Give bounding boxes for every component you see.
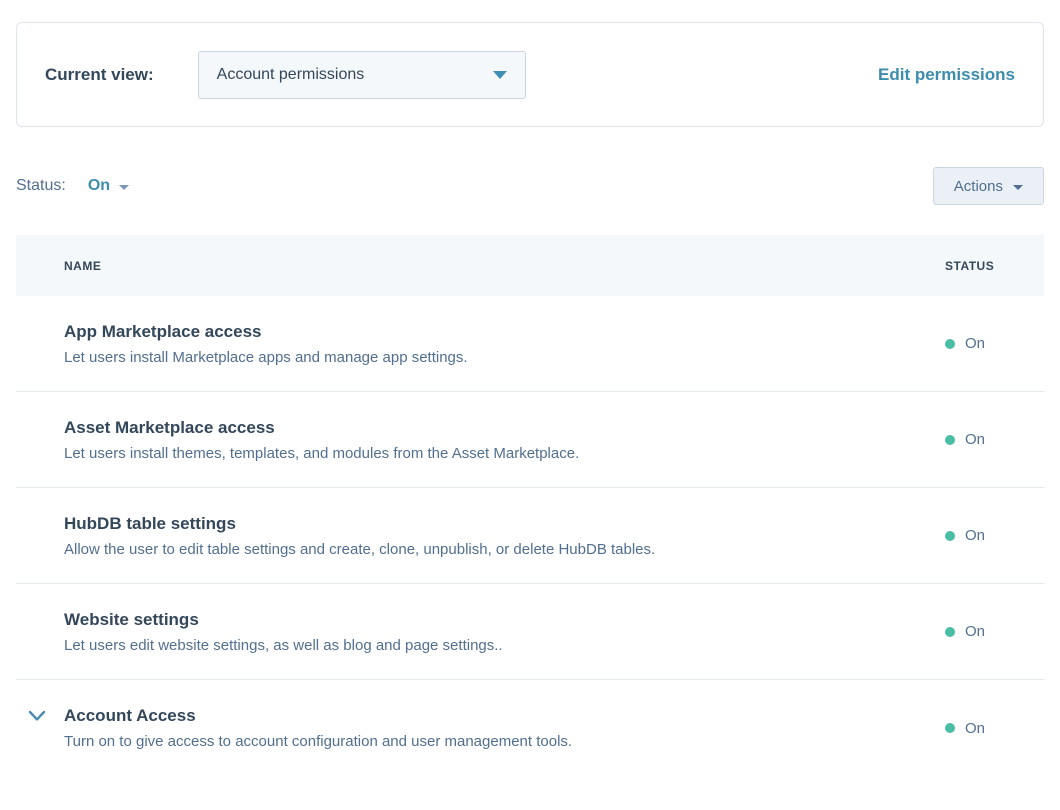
permission-name-cell: Account Access Turn on to give access to… xyxy=(64,706,945,750)
permissions-table: NAME STATUS App Marketplace access Let u… xyxy=(16,235,1044,776)
status-dot-icon xyxy=(945,531,955,541)
actions-button[interactable]: Actions xyxy=(933,167,1044,205)
expand-row-button[interactable] xyxy=(26,708,48,724)
permission-description: Let users edit website settings, as well… xyxy=(64,637,921,654)
permission-name: App Marketplace access xyxy=(64,322,921,342)
status-text: On xyxy=(965,335,985,352)
status-filter[interactable]: On xyxy=(88,177,129,195)
permission-name-cell: Asset Marketplace access Let users insta… xyxy=(64,418,945,462)
permission-name: Account Access xyxy=(64,706,921,726)
status-dot-icon xyxy=(945,435,955,445)
permission-name-cell: HubDB table settings Allow the user to e… xyxy=(64,514,945,558)
table-row: Account Access Turn on to give access to… xyxy=(16,680,1044,776)
permission-name: Asset Marketplace access xyxy=(64,418,921,438)
current-view-panel: Current view: Account permissions Edit p… xyxy=(16,22,1044,127)
view-selector-value: Account permissions xyxy=(217,66,365,84)
table-row: App Marketplace access Let users install… xyxy=(16,296,1044,392)
table-row: Asset Marketplace access Let users insta… xyxy=(16,392,1044,488)
actions-button-label: Actions xyxy=(954,178,1003,195)
status-cell: On xyxy=(945,720,1044,737)
status-text: On xyxy=(965,623,985,640)
dropdown-caret-icon xyxy=(1013,185,1023,190)
status-filter-label: Status: xyxy=(16,177,66,195)
permission-description: Let users install Marketplace apps and m… xyxy=(64,349,921,366)
status-dot-icon xyxy=(945,339,955,349)
status-cell: On xyxy=(945,431,1044,448)
chevron-down-icon xyxy=(28,710,46,722)
table-row: HubDB table settings Allow the user to e… xyxy=(16,488,1044,584)
status-cell: On xyxy=(945,623,1044,640)
status-text: On xyxy=(965,720,985,737)
status-text: On xyxy=(965,431,985,448)
dropdown-caret-icon xyxy=(119,185,129,190)
status-text: On xyxy=(965,527,985,544)
status-cell: On xyxy=(945,335,1044,352)
current-view-label: Current view: xyxy=(45,65,154,85)
permission-description: Turn on to give access to account config… xyxy=(64,733,921,750)
table-row: Website settings Let users edit website … xyxy=(16,584,1044,680)
permission-name: HubDB table settings xyxy=(64,514,921,534)
permission-name: Website settings xyxy=(64,610,921,630)
view-selector[interactable]: Account permissions xyxy=(198,51,526,99)
permission-name-cell: Website settings Let users edit website … xyxy=(64,610,945,654)
status-dot-icon xyxy=(945,723,955,733)
edit-permissions-link[interactable]: Edit permissions xyxy=(878,65,1015,85)
table-header: NAME STATUS xyxy=(16,235,1044,296)
status-dot-icon xyxy=(945,627,955,637)
permission-description: Allow the user to edit table settings an… xyxy=(64,541,921,558)
dropdown-caret-icon xyxy=(493,71,507,79)
permission-name-cell: App Marketplace access Let users install… xyxy=(64,322,945,366)
status-cell: On xyxy=(945,527,1044,544)
filter-bar: Status: On Actions xyxy=(16,167,1044,205)
permission-description: Let users install themes, templates, and… xyxy=(64,445,921,462)
status-filter-value: On xyxy=(88,177,110,195)
column-header-name: NAME xyxy=(64,259,945,273)
column-header-status: STATUS xyxy=(945,259,1044,273)
